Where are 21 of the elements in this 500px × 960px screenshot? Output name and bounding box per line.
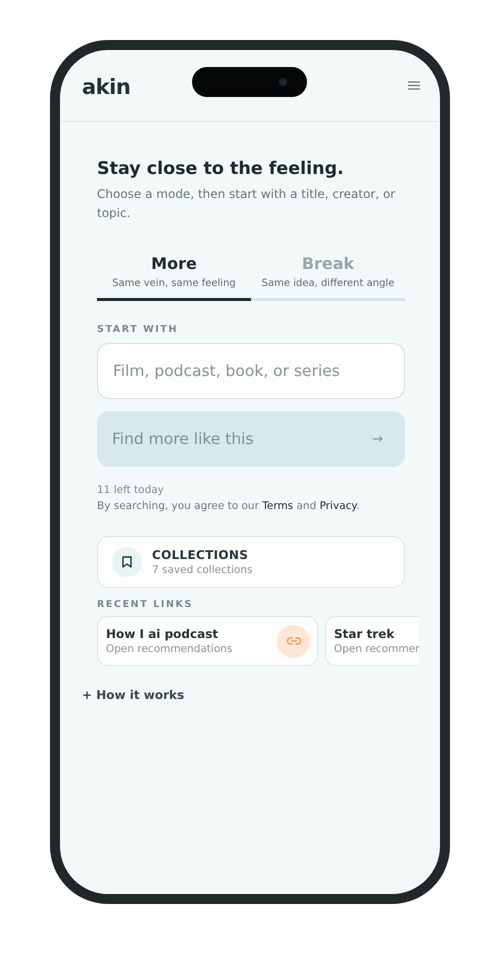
mode-tab[interactable]: More Same vein, same feeling xyxy=(97,254,251,301)
recent-link-card[interactable]: How I ai podcast Open recommendations xyxy=(97,616,318,666)
how-it-works-link[interactable]: + How it works xyxy=(82,688,440,702)
section-label: RECENT LINKS xyxy=(97,599,194,610)
link-title: How I ai podcast xyxy=(106,627,220,641)
collections-count: 7 saved collections xyxy=(152,564,252,576)
link-title: Star trek xyxy=(334,627,396,641)
quota-text: 11 left today xyxy=(97,484,165,496)
app-logo[interactable]: akin xyxy=(82,74,130,98)
mode-tab[interactable]: Break Same idea, different angle xyxy=(251,254,405,301)
collections-title: COLLECTIONS xyxy=(152,548,250,562)
section-label: START WITH xyxy=(97,324,180,335)
recent-link-card[interactable]: Star trek Open recommer xyxy=(325,616,420,666)
page-subtitle: Choose a mode, then start with a title, creator, or topic. xyxy=(97,186,396,222)
menu-icon[interactable] xyxy=(408,81,420,90)
link-subtitle: Open recommendations xyxy=(106,643,232,655)
terms-text: By searching, you agree to our Terms and Privacy. xyxy=(97,500,360,512)
link-subtitle: Open recommer xyxy=(334,643,420,655)
bookmark-icon xyxy=(112,547,142,577)
page-title: Stay close to the feeling. xyxy=(97,159,345,179)
collections-card[interactable]: COLLECTIONS 7 saved collections xyxy=(97,536,405,588)
